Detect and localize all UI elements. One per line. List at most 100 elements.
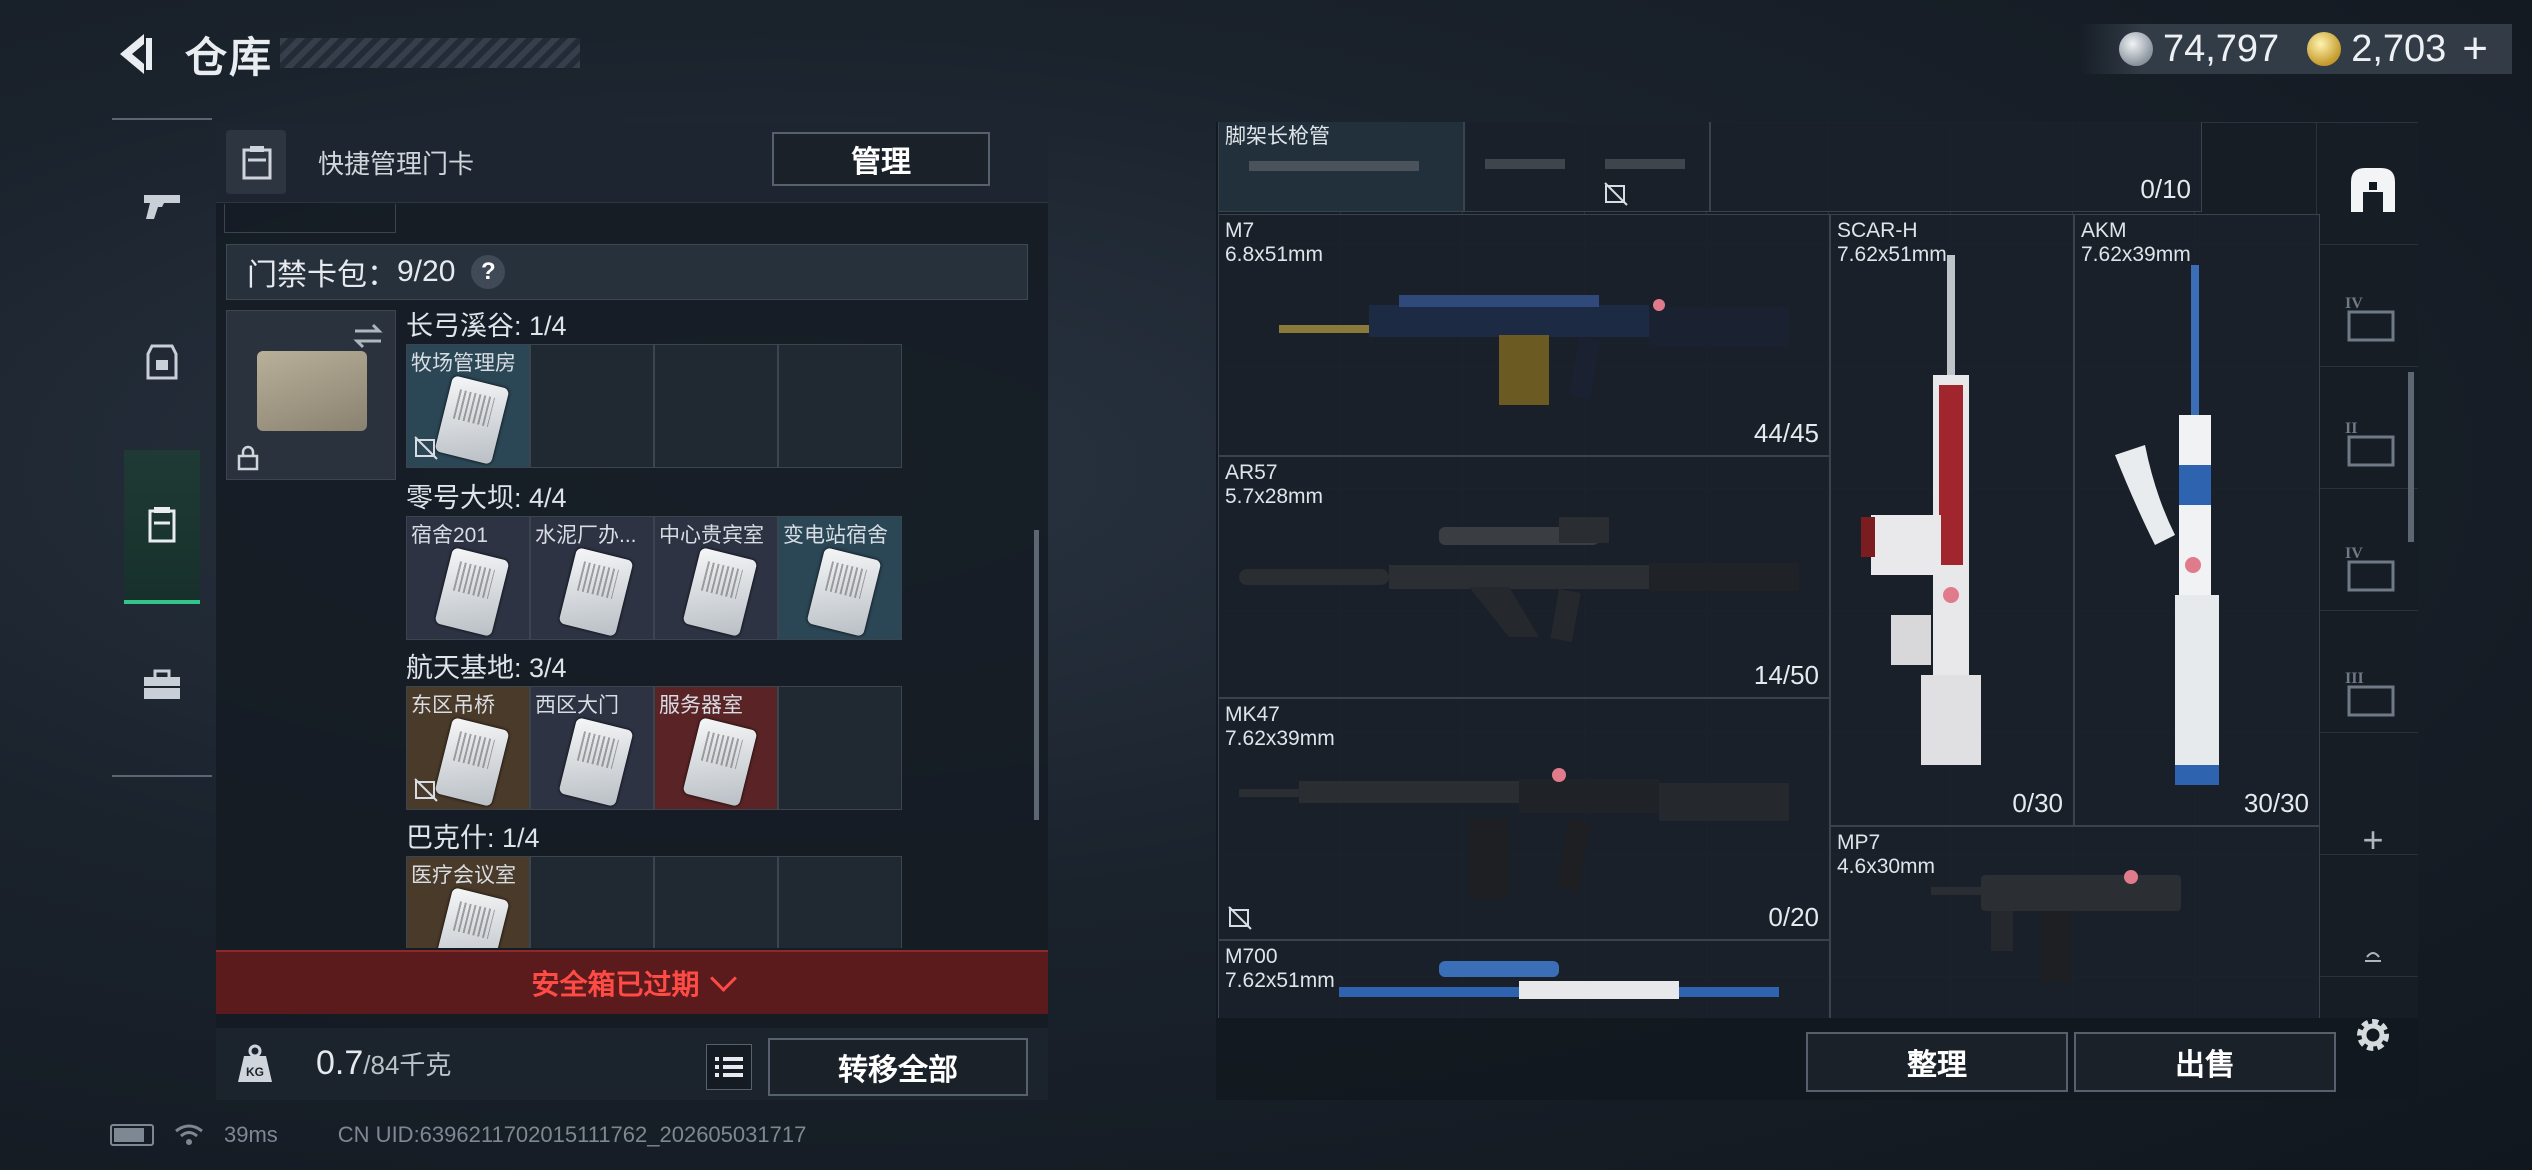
case-iv-b-icon: IV [2345,545,2395,592]
keycard-slot[interactable]: 牧场管理房 [406,344,530,468]
nav-supplies[interactable] [124,610,200,760]
weapon-item[interactable]: AKM 7.62x39mm 30/30 [2074,214,2320,826]
flag-icon [2365,952,2381,962]
nav-equipment[interactable] [124,285,200,435]
empty-slot[interactable] [778,344,902,468]
gold-coin-value: 2,703 [2351,27,2447,70]
item-count: 0/10 [2140,174,2191,204]
keycard-slot-row: 东区吊桥 西区大门 服务器室 [406,686,906,810]
manage-button[interactable]: 管理 [772,132,990,186]
slot-label: 西区大门 [535,694,619,717]
sell-button[interactable]: 出售 [2074,1032,2336,1092]
sort-button[interactable]: 整理 [1806,1032,2068,1092]
smg-mp7-image [1931,870,2181,981]
empty-slot[interactable] [530,344,654,468]
keycard-slot[interactable]: 西区大门 [530,686,654,810]
swap-icon[interactable] [351,321,385,351]
nav-case-iv-b[interactable]: IV [2328,530,2418,610]
weapon-item[interactable]: M700 7.62x51mm [1218,940,1830,1018]
case-iii-icon: III [2345,670,2395,717]
add-container-button[interactable]: + [2328,800,2418,880]
back-arrow-icon[interactable] [110,28,162,80]
weapon-name: AR57 5.7x28mm [1225,461,1324,508]
weapon-item[interactable]: MK47 7.62x39mm 0/20 [1218,698,1830,940]
ammo-count: 0/30 [2012,788,2063,818]
nav-safe-box[interactable] [2328,150,2418,230]
wifi-icon [175,1124,203,1145]
settings-button[interactable] [2328,995,2418,1075]
rifle-mk47-image [1239,768,1789,899]
barrel-image [1249,161,1419,171]
nav-case-ii[interactable]: II [2328,405,2418,485]
keycard-slot[interactable]: 东区吊桥 [406,686,530,810]
attachment-item[interactable]: 脚架长枪管 [1218,122,1464,212]
uid-text: CN UID:6396211702015111762_202605031717 [337,1122,807,1147]
weapon-item[interactable]: M7 6.8x51mm 44/45 [1218,214,1830,456]
keycard-image [434,547,510,637]
keycard-image [806,547,882,637]
briefcase-icon [144,669,180,699]
empty-slot[interactable] [654,344,778,468]
nav-keycards[interactable] [124,450,200,604]
lock-icon [237,445,259,471]
keycard-slot-row: 宿舍201 水泥厂办... 中心贵宾室 变电站宿舍 [406,516,906,640]
no-insure-icon [414,778,438,802]
keycard-slot[interactable]: 变电站宿舍 [778,516,902,640]
safe-box-expired-banner[interactable]: 安全箱已过期 [216,950,1048,1014]
empty-slot[interactable] [530,856,654,948]
nav-weapons[interactable] [124,130,200,280]
rifle-m700-image [1339,961,1779,999]
add-currency-button[interactable]: + [2462,24,2488,74]
safe-box-icon [2351,168,2395,212]
currency-display: 74,797 2,703 + [2078,24,2512,74]
keycard-slot-row: 医疗会议室 [406,856,906,948]
weight-icon: KG [238,1044,272,1082]
slot-label: 宿舍201 [411,524,489,547]
keyring-capacity: 门禁卡包： 9/20 ? [226,244,1028,300]
empty-slot[interactable] [778,856,902,948]
svg-text:III: III [2345,670,2364,687]
weapon-item[interactable]: MP7 4.6x30mm [1830,826,2320,1018]
attachment-item[interactable] [1464,122,1710,212]
keycard-image [434,887,510,948]
group-label: 零号大坝: 4/4 [406,483,567,513]
group-label: 巴克什: 1/4 [406,823,540,853]
nav-case-iii[interactable]: III [2328,655,2418,735]
svg-text:II: II [2345,420,2357,437]
keycard-holder-icon [242,146,272,180]
nav-case-iv[interactable]: IV [2328,280,2418,360]
group-label: 长弓溪谷: 1/4 [406,311,567,341]
scrollbar[interactable] [1034,530,1039,820]
keycard-slot[interactable]: 宿舍201 [406,516,530,640]
weapon-name: M700 7.62x51mm [1225,945,1335,992]
gold-coin-icon [2307,32,2342,66]
nav-flag[interactable] [2328,915,2418,995]
no-insure-icon [1228,906,1252,930]
keycard-slot[interactable]: 水泥厂办... [530,516,654,640]
slot-label: 变电站宿舍 [783,524,888,547]
right-container-nav: IV II IV III + [2328,130,2418,1090]
keycard-slot[interactable]: 中心贵宾室 [654,516,778,640]
keycard-image [434,375,510,465]
transfer-all-button[interactable]: 转移全部 [768,1038,1028,1096]
weapon-item[interactable]: AR57 5.7x28mm 14/50 [1218,456,1830,698]
empty-slot[interactable] [778,686,902,810]
slot-label: 东区吊桥 [411,694,495,717]
keycard-slot[interactable]: 医疗会议室 [406,856,530,948]
help-button[interactable]: ? [471,255,506,289]
keycard-slot[interactable]: 服务器室 [654,686,778,810]
safe-box-expired-label: 安全箱已过期 [531,969,700,1000]
weapon-item[interactable]: SCAR-H 7.62x51mm 0/30 [1830,214,2074,826]
slot-label: 医疗会议室 [411,864,516,887]
empty-slot[interactable] [654,856,778,948]
keycard-holder-slot[interactable] [226,310,396,480]
battery-icon [110,1124,154,1146]
list-icon [715,1057,743,1077]
quick-manage-icon-box [226,130,286,194]
list-view-button[interactable] [706,1044,752,1090]
keycard-image [682,717,758,807]
keycard-holder-image [257,351,367,431]
keyring-label: 门禁卡包： [247,259,397,292]
ammo-item[interactable]: 0/10 [1710,122,2202,212]
svg-text:IV: IV [2345,545,2363,562]
